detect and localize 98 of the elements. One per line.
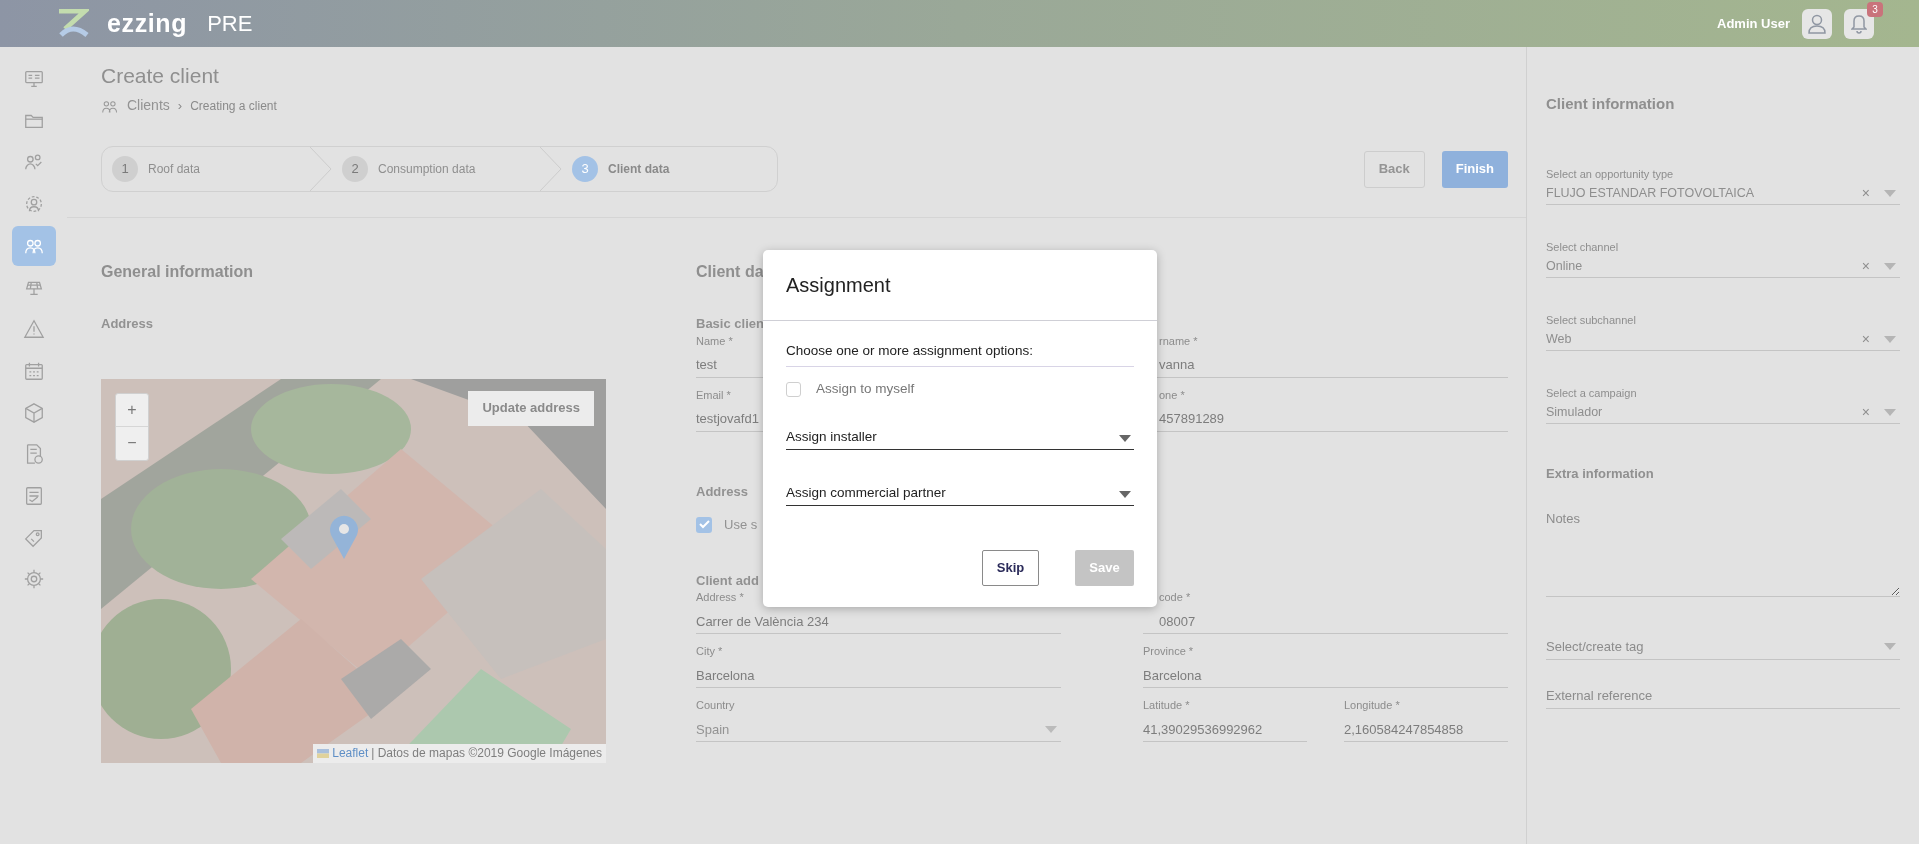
select-value: Online (1546, 258, 1584, 276)
field-label: code * (1159, 590, 1191, 604)
bell-icon (1851, 13, 1867, 34)
field-label: Select an opportunity type (1546, 167, 1675, 181)
monitor-icon (22, 68, 45, 90)
select-field[interactable]: FLUJO ESTANDAR FOTOVOLTAICA × (1546, 183, 1900, 205)
field-label: rname * (1159, 333, 1198, 348)
box-icon (22, 401, 45, 424)
subsection-heading: Client add (696, 571, 759, 590)
external-reference-field[interactable]: External reference (1546, 683, 1900, 709)
step-tab[interactable]: 1 Roof data (102, 147, 332, 191)
select-value: Web (1546, 331, 1573, 349)
field-label: Country (696, 698, 735, 712)
select-placeholder: Assign commercial partner (786, 484, 947, 503)
flag-icon (317, 748, 330, 758)
select-field[interactable]: Assign installer (786, 425, 1134, 450)
step-number: 1 (112, 156, 138, 182)
subsection-heading: Address (696, 482, 749, 501)
checkbox-label: Assign to myself (816, 380, 915, 399)
field-label: Select channel (1546, 240, 1620, 254)
step-tab[interactable]: 3 Client data (562, 147, 777, 191)
select-field[interactable]: Assign commercial partner (786, 481, 1134, 506)
field-label: Email * (696, 387, 731, 402)
text-field[interactable]: Carrer de València 234 (696, 610, 1061, 634)
field-label: Select subchannel (1546, 313, 1637, 327)
zoom-in-button[interactable]: + (116, 393, 148, 427)
select-value: FLUJO ESTANDAR FOTOVOLTAICA (1546, 185, 1756, 203)
clear-button[interactable]: × (1861, 183, 1870, 204)
checkbox-label: Use s (724, 516, 758, 534)
select-field[interactable]: Online × (1546, 256, 1900, 278)
logo-text: ezzing (107, 7, 188, 39)
text-field[interactable]: Spain (696, 718, 1061, 742)
dialog-prompt: Choose one or more assignment options: (786, 341, 1134, 368)
breadcrumb-link[interactable]: Clients (127, 95, 170, 116)
clear-button[interactable]: × (1861, 402, 1870, 423)
field-value: testjovafd1 (696, 410, 760, 429)
dropdown-caret-icon[interactable] (1119, 490, 1131, 498)
user-avatar-button[interactable] (1802, 8, 1832, 39)
field-label: one * (1159, 387, 1185, 402)
finish-button[interactable]: Finish (1441, 150, 1508, 188)
field-label: Address * (696, 590, 744, 604)
field-value: test (696, 356, 718, 375)
section-heading: Client information (1546, 94, 1676, 114)
breadcrumb-current: Creating a client (190, 97, 277, 115)
notes-field[interactable]: Notes (1546, 509, 1900, 597)
field-label: Select a campaign (1546, 386, 1638, 400)
notification-count-badge: 3 (1867, 1, 1883, 17)
field-value: 457891289 (1159, 410, 1226, 429)
clear-button[interactable]: × (1861, 329, 1870, 350)
logo-icon (57, 8, 89, 39)
skip-button[interactable]: Skip (982, 549, 1039, 586)
field-value: vanna (1159, 356, 1196, 375)
step-number: 3 (572, 156, 598, 182)
step-tab[interactable]: 2 Consumption data (332, 147, 562, 191)
field-value: Spain (696, 720, 731, 739)
field-value: 08007 (1159, 612, 1197, 631)
section-heading: Client da (696, 262, 764, 282)
attribution-text: | Datos de mapas ©2019 Google Imágenes (371, 745, 602, 762)
page-title: Create client (101, 63, 220, 89)
text-field[interactable]: 41,39029536992962 (1143, 718, 1307, 742)
text-field[interactable]: Barcelona (696, 664, 1061, 688)
select-field[interactable]: Web × (1546, 329, 1900, 351)
field-label: Name * (696, 333, 733, 348)
checkbox[interactable] (696, 516, 712, 533)
field-label: Province * (1143, 644, 1194, 658)
subsection-heading: Address (101, 315, 155, 333)
user-icon (1808, 13, 1826, 34)
environment-label: PRE (207, 10, 253, 38)
text-field[interactable]: 08007 (1143, 610, 1508, 634)
field-label: Longitude * (1344, 698, 1400, 712)
subsection-heading: Basic clien (696, 315, 764, 333)
clear-button[interactable]: × (1861, 256, 1870, 277)
check-icon (698, 520, 710, 530)
settings-icon (22, 568, 45, 591)
select-placeholder: Assign installer (786, 428, 878, 447)
update-address-button[interactable]: Update address (468, 390, 594, 426)
select-field[interactable]: Simulador × (1546, 402, 1900, 424)
leaflet-link[interactable]: Leaflet (332, 744, 369, 762)
field-label: City * (696, 644, 723, 658)
notifications-button[interactable] (1844, 8, 1874, 39)
map-pin-icon (329, 514, 359, 559)
select-value: Simulador (1546, 404, 1604, 422)
tag-select-field[interactable]: Select/create tag (1546, 636, 1884, 657)
text-field[interactable]: 2,160584247854858 (1344, 718, 1508, 742)
user-name: Admin User (1717, 14, 1790, 33)
field-label: Latitude * (1143, 698, 1190, 712)
zoom-out-button[interactable]: − (116, 427, 148, 460)
step-number: 2 (342, 156, 368, 182)
section-heading: General information (101, 262, 255, 282)
dropdown-caret-icon[interactable] (1119, 434, 1131, 442)
warning-icon (22, 318, 45, 341)
back-button[interactable]: Back (1363, 150, 1425, 188)
section-heading: Extra information (1546, 464, 1655, 483)
checkbox[interactable] (786, 381, 801, 397)
breadcrumb-separator: › (177, 96, 183, 115)
text-field[interactable]: Barcelona (1143, 664, 1508, 688)
sidebar-item[interactable] (11, 225, 56, 266)
dialog-title: Assignment (786, 273, 891, 298)
